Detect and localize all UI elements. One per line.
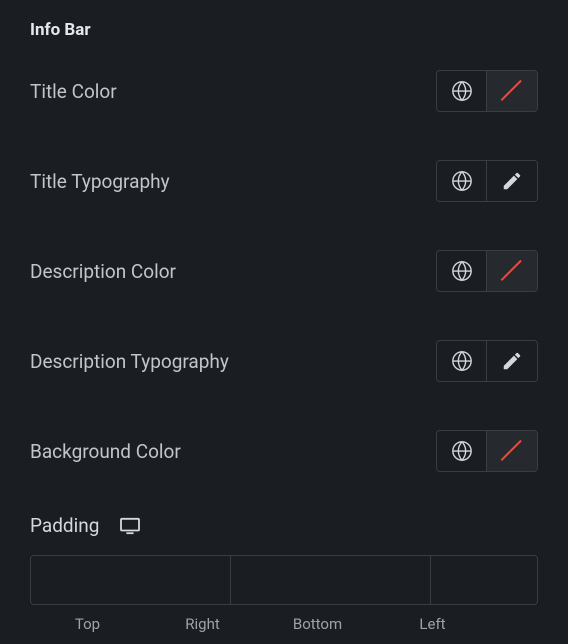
padding-inputs — [30, 555, 538, 605]
pencil-icon — [501, 170, 523, 192]
globe-icon — [451, 350, 473, 372]
description-typography-row: Description Typography — [30, 340, 538, 382]
description-color-row: Description Color — [30, 250, 538, 292]
padding-left-label: Left — [375, 615, 490, 633]
title-typography-actions — [436, 160, 538, 202]
globe-icon — [451, 260, 473, 282]
title-typography-label: Title Typography — [30, 170, 170, 193]
title-typography-edit-button[interactable] — [487, 161, 537, 201]
padding-dimension-labels: Top Right Bottom Left — [30, 615, 538, 633]
globe-icon — [451, 440, 473, 462]
padding-right-label: Right — [145, 615, 260, 633]
description-typography-label: Description Typography — [30, 350, 229, 373]
no-color-icon — [500, 439, 524, 463]
background-color-label: Background Color — [30, 440, 181, 463]
title-color-actions — [436, 70, 538, 112]
padding-label: Padding — [30, 514, 99, 537]
no-color-icon — [500, 79, 524, 103]
background-color-actions — [436, 430, 538, 472]
padding-bottom-input[interactable] — [431, 556, 538, 604]
title-typography-global-button[interactable] — [437, 161, 487, 201]
background-color-global-button[interactable] — [437, 431, 487, 471]
section-title: Info Bar — [30, 20, 538, 40]
description-color-picker-button[interactable] — [487, 251, 537, 291]
background-color-row: Background Color — [30, 430, 538, 472]
title-color-picker-button[interactable] — [487, 71, 537, 111]
padding-bottom-label: Bottom — [260, 615, 375, 633]
description-typography-actions — [436, 340, 538, 382]
globe-icon — [451, 170, 473, 192]
description-typography-global-button[interactable] — [437, 341, 487, 381]
title-color-row: Title Color — [30, 70, 538, 112]
description-color-actions — [436, 250, 538, 292]
padding-section: Padding Top Right Bottom Left — [30, 514, 538, 633]
padding-top-label: Top — [30, 615, 145, 633]
description-typography-edit-button[interactable] — [487, 341, 537, 381]
pencil-icon — [501, 350, 523, 372]
title-typography-row: Title Typography — [30, 160, 538, 202]
title-color-global-button[interactable] — [437, 71, 487, 111]
no-color-icon — [500, 259, 524, 283]
background-color-picker-button[interactable] — [487, 431, 537, 471]
description-color-label: Description Color — [30, 260, 176, 283]
padding-top-input[interactable] — [31, 556, 231, 604]
padding-header: Padding — [30, 514, 538, 537]
description-color-global-button[interactable] — [437, 251, 487, 291]
desktop-icon[interactable] — [119, 517, 141, 535]
title-color-label: Title Color — [30, 80, 117, 103]
globe-icon — [451, 80, 473, 102]
padding-right-input[interactable] — [231, 556, 431, 604]
